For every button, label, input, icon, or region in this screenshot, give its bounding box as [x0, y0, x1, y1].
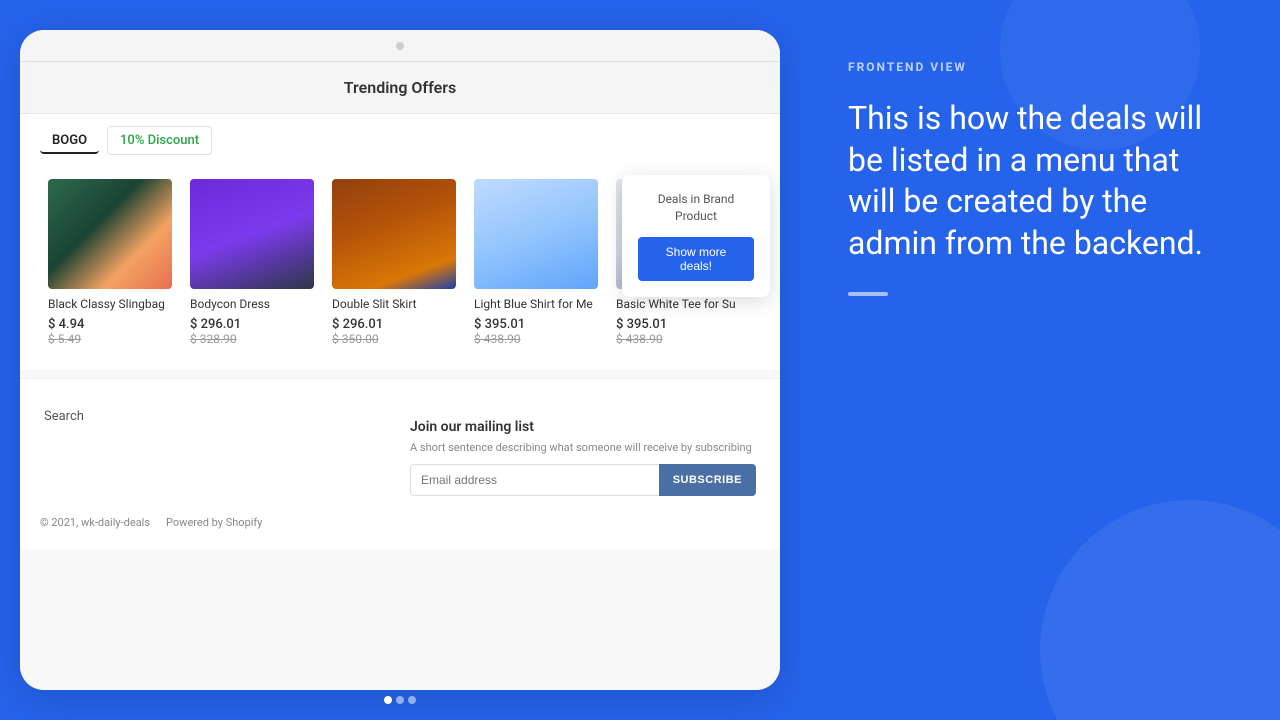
accent-line	[848, 292, 888, 296]
product-price-old: $ 5.49	[48, 332, 172, 346]
product-price-old: $ 438.90	[616, 332, 740, 346]
product-image	[332, 179, 456, 289]
product-card[interactable]: Black Classy Slingbag $ 4.94 $ 5.49	[40, 171, 180, 354]
left-panel: Trending Offers BOGO 10% Discount Black …	[0, 0, 800, 720]
email-input[interactable]	[410, 464, 659, 496]
browser-card: Trending Offers BOGO 10% Discount Black …	[20, 30, 780, 690]
product-name: Black Classy Slingbag	[48, 297, 172, 311]
footer-powered-by: Powered by Shopify	[166, 516, 262, 529]
email-subscribe-row: SUBSCRIBE	[410, 464, 756, 496]
deals-popup-title: Deals in Brand Product	[638, 191, 754, 225]
product-price-new: $ 296.01	[332, 317, 456, 332]
product-name: Light Blue Shirt for Me	[474, 297, 598, 311]
products-section: Black Classy Slingbag $ 4.94 $ 5.49 Body…	[20, 155, 780, 378]
product-image	[474, 179, 598, 289]
product-image	[48, 179, 172, 289]
tab-discount[interactable]: 10% Discount	[107, 126, 212, 155]
footer-mailing-desc: A short sentence describing what someone…	[410, 441, 756, 454]
subscribe-button[interactable]: SUBSCRIBE	[659, 464, 756, 496]
trending-header: Trending Offers	[20, 62, 780, 114]
product-price-old: $ 438.90	[474, 332, 598, 346]
store-footer: Search Join our mailing list A short sen…	[20, 378, 780, 549]
product-image	[190, 179, 314, 289]
product-price-new: $ 296.01	[190, 317, 314, 332]
store-content: Trending Offers BOGO 10% Discount Black …	[20, 62, 780, 690]
carousel-indicator	[384, 696, 416, 704]
product-price-old: $ 328.90	[190, 332, 314, 346]
bg-decoration-circle-1	[1040, 500, 1280, 720]
product-card[interactable]: Light Blue Shirt for Me $ 395.01 $ 438.9…	[466, 171, 606, 354]
products-area: Black Classy Slingbag $ 4.94 $ 5.49 Body…	[20, 155, 780, 370]
footer-search-section: Search	[44, 409, 390, 496]
footer-mailing-section: Join our mailing list A short sentence d…	[410, 419, 756, 496]
product-price-new: $ 395.01	[474, 317, 598, 332]
footer-search-label: Search	[44, 409, 390, 424]
product-price-old: $ 350.00	[332, 332, 456, 346]
browser-indicator-dot	[396, 42, 404, 50]
product-price-new: $ 395.01	[616, 317, 740, 332]
browser-topbar	[20, 30, 780, 62]
carousel-dot	[384, 696, 392, 704]
tab-bogo[interactable]: BOGO	[40, 127, 99, 154]
product-price-new: $ 4.94	[48, 317, 172, 332]
footer-mailing-title: Join our mailing list	[410, 419, 756, 435]
deals-popup: Deals in Brand Product Show more deals!	[622, 175, 770, 297]
tabs-row: BOGO 10% Discount	[20, 114, 780, 155]
show-more-deals-button[interactable]: Show more deals!	[638, 237, 754, 281]
carousel-dot	[396, 696, 404, 704]
footer-copyright: © 2021, wk-daily-deals	[40, 516, 150, 529]
right-panel: FRONTEND VIEW This is how the deals will…	[800, 0, 1280, 720]
product-card[interactable]: Bodycon Dress $ 296.01 $ 328.90	[182, 171, 322, 354]
product-name: Bodycon Dress	[190, 297, 314, 311]
footer-grid: Search Join our mailing list A short sen…	[40, 409, 760, 496]
carousel-dot	[408, 696, 416, 704]
product-name: Double Slit Skirt	[332, 297, 456, 311]
product-name: Basic White Tee for Su	[616, 297, 740, 311]
product-card[interactable]: Double Slit Skirt $ 296.01 $ 350.00	[324, 171, 464, 354]
footer-bottom: © 2021, wk-daily-deals Powered by Shopif…	[40, 516, 760, 529]
